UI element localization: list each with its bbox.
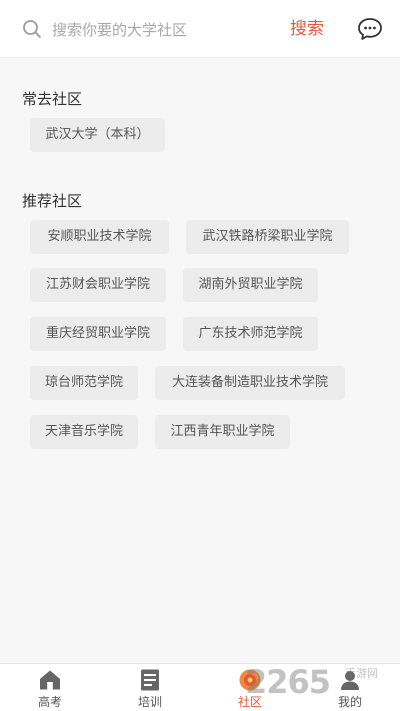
community-icon bbox=[239, 669, 261, 691]
search-icon bbox=[22, 19, 42, 39]
list-icon bbox=[141, 669, 159, 691]
tab-label: 社区 bbox=[237, 695, 262, 709]
frequent-section-title: 常去社区 bbox=[22, 90, 83, 108]
community-tag[interactable]: 江西青年职业学院 bbox=[155, 415, 290, 449]
bottom-tab-bar: 高考 培训 社区 我的 bbox=[0, 663, 400, 711]
community-tag[interactable]: 武汉铁路桥梁职业学院 bbox=[186, 220, 349, 254]
recommended-section-title: 推荐社区 bbox=[22, 192, 83, 210]
top-bar: 搜索 bbox=[0, 0, 400, 58]
search-button[interactable]: 搜索 bbox=[284, 16, 330, 42]
community-tag[interactable]: 大连装备制造职业技术学院 bbox=[155, 366, 345, 400]
tab-training[interactable]: 培训 bbox=[120, 664, 180, 711]
community-tag[interactable]: 广东技术师范学院 bbox=[183, 317, 318, 351]
user-icon bbox=[341, 671, 359, 690]
tab-gaokao[interactable]: 高考 bbox=[20, 664, 80, 711]
tab-label: 我的 bbox=[337, 695, 362, 709]
community-tag[interactable]: 江苏财会职业学院 bbox=[30, 268, 166, 302]
community-tag[interactable]: 天津音乐学院 bbox=[30, 415, 138, 449]
home-icon bbox=[40, 670, 60, 690]
community-tag[interactable]: 湖南外贸职业学院 bbox=[183, 268, 318, 302]
tab-label: 高考 bbox=[37, 695, 62, 709]
community-tag[interactable]: 重庆经贸职业学院 bbox=[30, 317, 166, 351]
community-tag[interactable]: 安顺职业技术学院 bbox=[30, 220, 169, 254]
search-input[interactable] bbox=[52, 18, 272, 42]
tab-community[interactable]: 社区 bbox=[220, 664, 280, 711]
tab-mine[interactable]: 我的 bbox=[320, 664, 380, 711]
tab-label: 培训 bbox=[137, 695, 162, 709]
community-tag[interactable]: 琼台师范学院 bbox=[30, 366, 138, 400]
community-tag-wuhan-university[interactable]: 武汉大学（本科） bbox=[30, 118, 165, 152]
message-icon[interactable] bbox=[357, 17, 383, 41]
